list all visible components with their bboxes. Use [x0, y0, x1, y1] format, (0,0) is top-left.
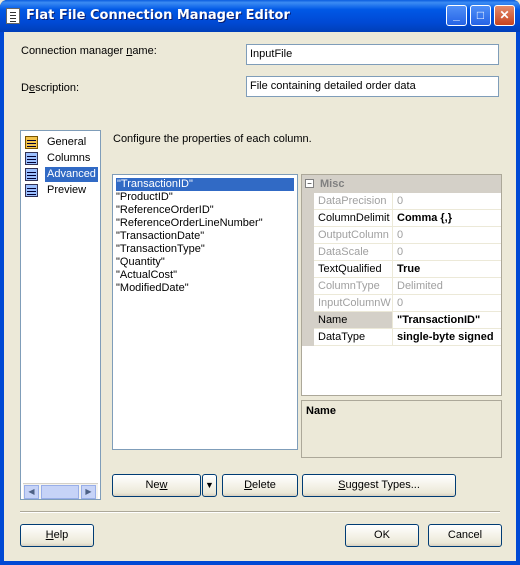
row-gutter	[302, 312, 314, 329]
maximize-button[interactable]: □	[470, 5, 491, 26]
instruction-text: Configure the properties of each column.	[113, 133, 312, 145]
close-icon: ✕	[499, 8, 510, 22]
property-row[interactable]: InputColumnW 0	[302, 295, 501, 312]
advanced-icon	[25, 168, 38, 181]
property-value[interactable]: "TransactionID"	[394, 312, 500, 328]
row-gutter	[302, 261, 314, 278]
page-item-label: General	[47, 136, 87, 148]
property-name: InputColumnW	[314, 295, 393, 311]
property-row[interactable]: DataScale 0	[302, 244, 501, 261]
property-name: DataPrecision	[314, 193, 393, 209]
property-row[interactable]: OutputColumn 0	[302, 227, 501, 244]
property-value: 0	[397, 229, 404, 241]
property-description-title: Name	[306, 405, 336, 417]
property-row[interactable]: ColumnDelimit Comma {,}	[302, 210, 501, 227]
close-button[interactable]: ✕	[494, 5, 515, 26]
property-row[interactable]: TextQualified True	[302, 261, 501, 278]
property-value: Delimited	[397, 280, 443, 292]
category-label: Misc	[320, 178, 345, 190]
property-name: ColumnDelimit	[314, 210, 393, 226]
property-name: DataType	[314, 329, 393, 345]
property-value: 0	[397, 297, 404, 309]
chevron-down-icon: ▼	[205, 480, 214, 490]
collapse-icon[interactable]: −	[305, 179, 314, 188]
window-title: Flat File Connection Manager Editor	[26, 8, 290, 23]
property-name: TextQualified	[314, 261, 393, 277]
help-button[interactable]: Help	[20, 524, 94, 547]
maximize-icon: □	[476, 8, 485, 22]
separator	[20, 511, 500, 513]
connection-name-label: Connection manager name:	[21, 45, 157, 57]
page-item-label: Preview	[47, 184, 87, 196]
title-bar[interactable]: Flat File Connection Manager Editor _ □ …	[0, 0, 520, 32]
ok-button[interactable]: OK	[345, 524, 419, 547]
column-list-item[interactable]: "ActualCost"	[116, 269, 177, 282]
scrollbar-thumb[interactable]	[41, 485, 79, 499]
general-icon	[25, 136, 38, 149]
column-list[interactable]: "TransactionID" "ProductID" "ReferenceOr…	[112, 174, 298, 450]
property-category-misc[interactable]: − Misc	[302, 175, 501, 193]
minimize-button[interactable]: _	[446, 5, 467, 26]
new-dropdown-button[interactable]: ▼	[202, 474, 217, 497]
description-input[interactable]: File containing detailed order data	[246, 76, 499, 97]
property-value[interactable]: True	[394, 261, 500, 277]
property-name: ColumnType	[314, 278, 393, 294]
scroll-right-icon[interactable]: ▶	[81, 485, 96, 499]
property-name: Name	[314, 312, 393, 328]
dialog-window: Flat File Connection Manager Editor _ □ …	[0, 0, 520, 565]
delete-button[interactable]: Delete	[222, 474, 298, 497]
column-list-item[interactable]: "Quantity"	[116, 256, 165, 269]
dialog-client-area: Connection manager name: InputFile Descr…	[4, 32, 516, 561]
property-value: 0	[397, 246, 404, 258]
columns-icon	[25, 152, 38, 165]
row-gutter	[302, 244, 314, 261]
column-list-item[interactable]: "ReferenceOrderLineNumber"	[116, 217, 263, 230]
property-row[interactable]: DataPrecision 0	[302, 193, 501, 210]
column-list-item[interactable]: "ReferenceOrderID"	[116, 204, 214, 217]
new-button[interactable]: New	[112, 474, 201, 497]
connection-name-input[interactable]: InputFile	[246, 44, 499, 65]
document-icon	[6, 8, 20, 24]
scroll-left-icon[interactable]: ◀	[24, 485, 39, 499]
property-name: OutputColumn	[314, 227, 393, 243]
row-gutter	[302, 295, 314, 312]
row-gutter	[302, 329, 314, 346]
suggest-types-button[interactable]: Suggest Types...	[302, 474, 456, 497]
page-item-label: Columns	[47, 152, 91, 164]
property-row-selected[interactable]: Name "TransactionID"	[302, 312, 501, 329]
row-gutter	[302, 210, 314, 227]
column-list-item[interactable]: "ProductID"	[116, 191, 173, 204]
property-row[interactable]: DataType single-byte signed	[302, 329, 501, 346]
row-gutter	[302, 278, 314, 295]
preview-icon	[25, 184, 38, 197]
property-name: DataScale	[314, 244, 393, 260]
row-gutter	[302, 193, 314, 210]
row-gutter	[302, 227, 314, 244]
property-row[interactable]: ColumnType Delimited	[302, 278, 501, 295]
property-grid: − Misc DataPrecision 0 ColumnDelimit Com…	[301, 174, 502, 396]
column-list-item[interactable]: "TransactionID"	[116, 178, 294, 191]
cancel-button[interactable]: Cancel	[428, 524, 502, 547]
description-label: Description:	[21, 82, 80, 94]
page-item-label: Advanced	[45, 167, 98, 182]
property-description-panel: Name	[301, 400, 502, 458]
column-list-item[interactable]: "TransactionDate"	[116, 230, 204, 243]
page-list: General Columns Advanced Preview ◀ ▶	[20, 130, 101, 500]
column-list-item[interactable]: "TransactionType"	[116, 243, 205, 256]
property-value[interactable]: single-byte signed	[394, 329, 500, 345]
page-list-scrollbar[interactable]: ◀ ▶	[23, 483, 98, 499]
property-value: 0	[397, 195, 404, 207]
property-value[interactable]: Comma {,}	[394, 210, 500, 226]
minimize-icon: _	[453, 8, 460, 22]
column-list-item[interactable]: "ModifiedDate"	[116, 282, 189, 295]
